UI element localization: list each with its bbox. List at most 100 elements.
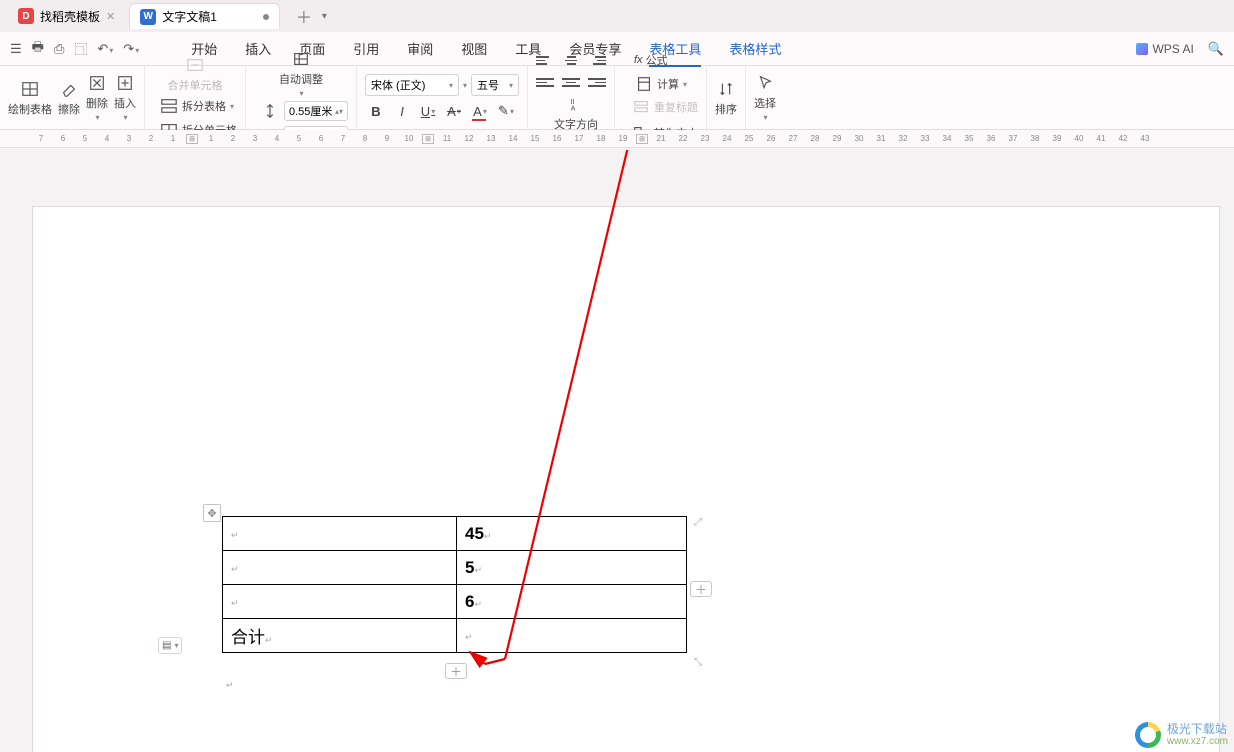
menu-table-style[interactable]: 表格样式 bbox=[729, 39, 781, 58]
undo-icon[interactable]: ↶▾ bbox=[97, 41, 113, 57]
ai-logo-icon bbox=[1136, 43, 1148, 55]
autofit-icon bbox=[291, 49, 311, 69]
modified-dot-icon bbox=[263, 14, 269, 20]
font-family-select[interactable]: 宋体 (正文)▾ bbox=[365, 74, 459, 96]
align-tl-icon[interactable] bbox=[536, 53, 554, 69]
ruler-tab-icon: ⊞ bbox=[422, 134, 434, 144]
text-direction-icon: IIA bbox=[566, 94, 586, 114]
split-table-icon bbox=[159, 96, 179, 116]
align-br-icon[interactable] bbox=[588, 75, 606, 91]
group-select: 选择▾ bbox=[746, 66, 784, 129]
table-row[interactable]: ↵45↵ bbox=[223, 517, 687, 551]
calc-icon bbox=[634, 74, 654, 94]
chevron-down-icon: ▾ bbox=[123, 113, 127, 122]
cursor-icon bbox=[755, 73, 775, 93]
insert-button[interactable]: 插入▾ bbox=[114, 73, 136, 122]
watermark-logo-icon bbox=[1135, 722, 1161, 748]
document-table[interactable]: ↵45↵ ↵5↵ ↵6↵ 合计↵↵ bbox=[222, 516, 687, 653]
split-table-button[interactable]: 拆分表格▾ bbox=[159, 96, 237, 116]
redo-icon[interactable]: ↷▾ bbox=[123, 41, 139, 57]
merge-cells-button: 合并单元格 bbox=[168, 55, 223, 93]
group-size: 自动调整▾ 0.55厘米▴▾ 3.76厘米▴▾ bbox=[246, 66, 357, 129]
calculate-button[interactable]: 计算▾ bbox=[634, 74, 687, 94]
sort-icon bbox=[716, 79, 736, 99]
font-size-select[interactable]: 五号▾ bbox=[471, 74, 519, 96]
watermark-url: www.xz7.com bbox=[1167, 736, 1228, 747]
align-bl-icon[interactable] bbox=[536, 75, 554, 91]
search-icon[interactable]: 🔍 bbox=[1208, 41, 1224, 57]
menu-reference[interactable]: 引用 bbox=[353, 39, 379, 58]
svg-text:A: A bbox=[571, 103, 576, 112]
italic-button[interactable]: I bbox=[391, 101, 413, 121]
print-icon[interactable]: ⎙ bbox=[54, 41, 64, 57]
menu-insert[interactable]: 插入 bbox=[245, 39, 271, 58]
tab-menu-icon[interactable]: ▾ bbox=[322, 11, 327, 22]
table-row[interactable]: ↵6↵ bbox=[223, 585, 687, 619]
horizontal-ruler[interactable]: 7654321 ⊞ 12345678910 ⊞ 1112131415161718… bbox=[0, 130, 1234, 148]
close-icon[interactable]: ✕ bbox=[106, 10, 115, 23]
row-height-control[interactable]: 0.55厘米▴▾ bbox=[260, 101, 348, 121]
section-icon: ▤ bbox=[162, 640, 171, 651]
select-button[interactable]: 选择▾ bbox=[754, 73, 776, 122]
group-font: 宋体 (正文)▾ ▾ 五号▾ B I U▾ A▾ A▾ ✎▾ bbox=[357, 66, 528, 129]
save-icon[interactable]: 🖶 bbox=[32, 38, 44, 60]
strike-button[interactable]: A▾ bbox=[443, 101, 465, 121]
table-move-handle[interactable]: ✥ bbox=[203, 504, 221, 522]
eraser-icon bbox=[59, 79, 79, 99]
table-resize-handle[interactable]: ⤡ bbox=[691, 655, 705, 669]
ribbon-toolbar: 绘制表格 擦除 删除▾ 插入▾ 合并单元格 拆分表格▾ 拆分单元格 bbox=[0, 66, 1234, 130]
delete-button[interactable]: 删除▾ bbox=[86, 73, 108, 122]
section-nav-button[interactable]: ▤▾ bbox=[158, 637, 182, 654]
tab-document[interactable]: W 文字文稿1 bbox=[129, 3, 280, 29]
word-icon: W bbox=[140, 9, 156, 25]
insert-table-icon bbox=[115, 73, 135, 93]
document-page[interactable] bbox=[32, 206, 1220, 752]
group-draw-table: 绘制表格 擦除 删除▾ 插入▾ bbox=[0, 66, 145, 129]
table-row[interactable]: 合计↵↵ bbox=[223, 619, 687, 653]
delete-table-icon bbox=[87, 73, 107, 93]
document-canvas: ✥ ↵45↵ ↵5↵ ↵6↵ 合计↵↵ ↵ ＋ ＋ ⤡ ⤢ ▤▾ bbox=[0, 150, 1234, 752]
tab-template[interactable]: D 找稻壳模板 ✕ bbox=[8, 3, 125, 29]
menu-right: WPS AI 🔍 bbox=[1136, 41, 1224, 57]
wps-ai-button[interactable]: WPS AI bbox=[1136, 42, 1193, 56]
tab-label: 找稻壳模板 bbox=[40, 8, 100, 25]
menu-table-tools[interactable]: 表格工具 bbox=[649, 39, 701, 58]
merge-icon bbox=[185, 55, 205, 75]
draw-table-button[interactable]: 绘制表格 bbox=[8, 79, 52, 117]
draw-table-icon bbox=[20, 79, 40, 99]
group-merge-split: 合并单元格 拆分表格▾ 拆分单元格 bbox=[145, 66, 246, 129]
watermark-name: 极光下载站 bbox=[1167, 723, 1228, 736]
table-corner-icon: ⤢ bbox=[691, 515, 705, 529]
ruler-tab-icon: ⊞ bbox=[186, 134, 198, 144]
preview-icon[interactable]: ⿹ bbox=[74, 39, 87, 58]
watermark: 极光下载站 www.xz7.com bbox=[1135, 722, 1228, 748]
template-icon: D bbox=[18, 8, 34, 24]
erase-button[interactable]: 擦除 bbox=[58, 79, 80, 117]
row-height-icon bbox=[260, 101, 280, 121]
menu-icon[interactable]: ☰ bbox=[10, 41, 22, 57]
group-data: fx公式 计算▾ 重复标题 转为文本 bbox=[615, 66, 707, 129]
autofit-button[interactable]: 自动调整▾ bbox=[279, 49, 323, 98]
highlight-button[interactable]: ✎▾ bbox=[495, 101, 517, 121]
underline-button[interactable]: U▾ bbox=[417, 101, 439, 121]
repeat-header-button: 重复标题 bbox=[631, 97, 698, 117]
align-tr-icon[interactable] bbox=[588, 53, 606, 69]
add-column-button[interactable]: ＋ bbox=[690, 581, 712, 597]
repeat-icon bbox=[631, 97, 651, 117]
group-align: IIA 文字方向▾ bbox=[528, 66, 615, 129]
menu-view[interactable]: 视图 bbox=[461, 39, 487, 58]
document-tabs: D 找稻壳模板 ✕ W 文字文稿1 ＋ ▾ bbox=[0, 0, 1234, 32]
add-tab-button[interactable]: ＋ bbox=[294, 4, 314, 28]
bold-button[interactable]: B bbox=[365, 101, 387, 121]
align-tc-icon[interactable] bbox=[562, 53, 580, 69]
align-bc-icon[interactable] bbox=[562, 75, 580, 91]
tab-label: 文字文稿1 bbox=[162, 8, 217, 25]
menu-review[interactable]: 审阅 bbox=[407, 39, 433, 58]
font-color-button[interactable]: A▾ bbox=[469, 101, 491, 121]
quick-access: ☰ 🖶 ⎙ ⿹ ↶▾ ↷▾ bbox=[10, 38, 139, 60]
sort-button[interactable]: 排序 bbox=[715, 79, 737, 117]
ruler-tab-icon: ⊞ bbox=[636, 134, 648, 144]
group-sort: 排序 bbox=[707, 66, 746, 129]
table-row[interactable]: ↵5↵ bbox=[223, 551, 687, 585]
add-row-button[interactable]: ＋ bbox=[445, 663, 467, 679]
